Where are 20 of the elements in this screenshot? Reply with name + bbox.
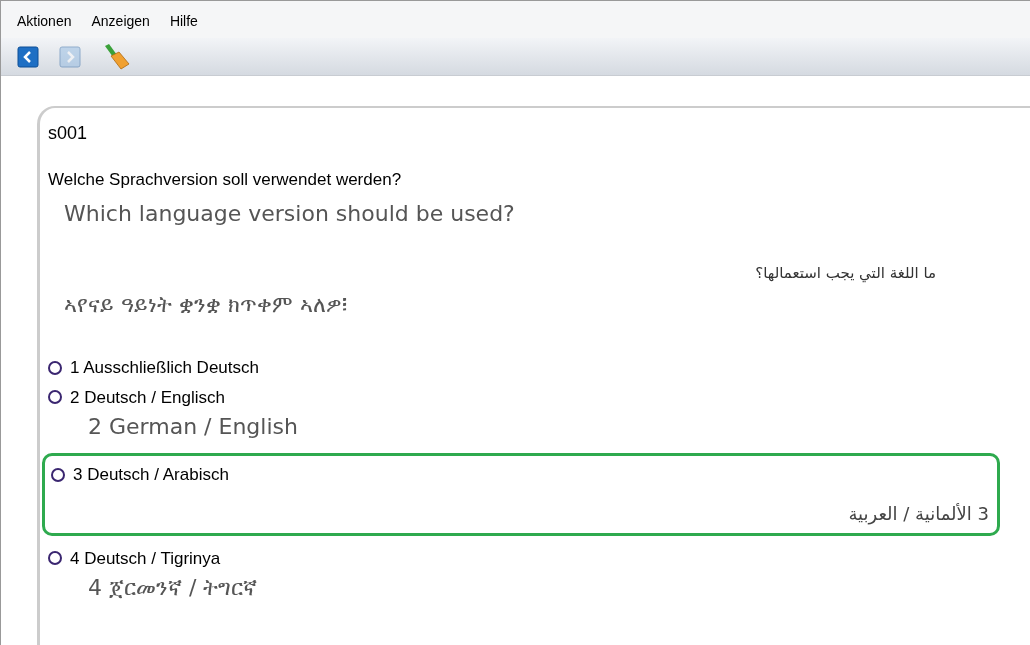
question-id: s001 <box>48 122 89 145</box>
menu-item[interactable]: Anzeigen <box>91 11 150 32</box>
radio-button[interactable] <box>48 390 62 405</box>
radio-button[interactable] <box>48 551 62 566</box>
question-text: Welche Sprachversion soll verwendet werden? <box>48 169 403 191</box>
option-label[interactable]: 3 Deutsch / Arabisch <box>73 462 229 488</box>
question-translation: ኣየናይ ዓይነት ቋንቋ ክጥቀም ኣለዎ፧ <box>64 291 348 319</box>
menu-item[interactable]: Aktionen <box>17 11 72 32</box>
radio-button[interactable] <box>51 467 65 482</box>
option-translation: 4 ጀርመንኛ / ትግርኛ <box>88 574 259 602</box>
option-label[interactable]: 1 Ausschließlich Deutsch <box>70 355 259 381</box>
back-button[interactable] <box>17 45 39 68</box>
option-translation: 2 German / English <box>88 413 299 441</box>
option-label[interactable]: 4 Deutsch / Tigrinya <box>70 545 221 571</box>
question-translation: Which language version should be used? <box>64 199 516 228</box>
radio-button[interactable] <box>48 360 62 375</box>
option-label[interactable]: 2 Deutsch / Englisch <box>70 384 225 410</box>
option-translation: 3 الألمانية / العربية <box>848 501 989 527</box>
question-translation: ما اللغة التي يجب استعمالها؟ <box>755 262 936 284</box>
menu-item[interactable]: Hilfe <box>169 11 198 32</box>
